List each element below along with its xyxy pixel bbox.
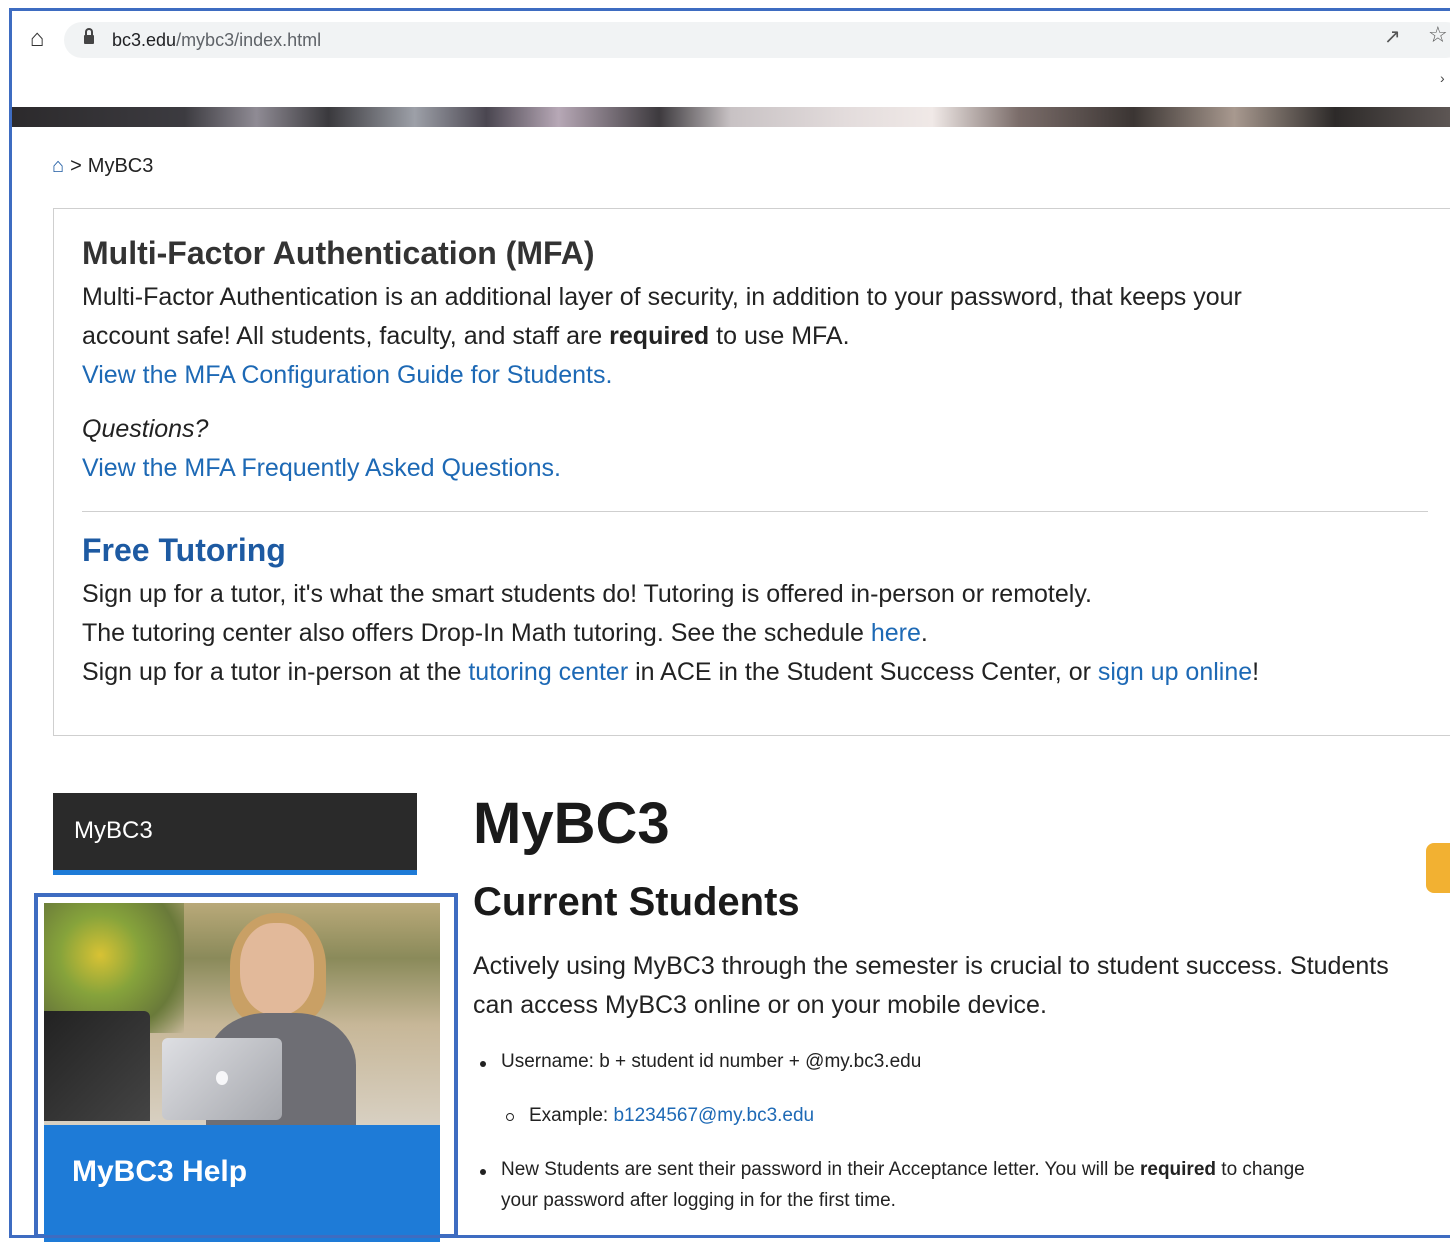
intro-paragraph: Actively using MyBC3 through the semeste… — [473, 952, 1389, 1019]
help-band[interactable]: MyBC3 Help — [44, 1125, 440, 1242]
breadcrumb-current: MyBC3 — [87, 155, 154, 177]
tutoring-center-link[interactable]: tutoring center — [468, 658, 628, 686]
mfa-faq-link[interactable]: View the MFA Frequently Asked Questions. — [82, 454, 561, 482]
example-bullet: Example: b1234567@my.bc3.edu — [529, 1105, 815, 1126]
mfa-text-line1: Multi-Factor Authentication is an additi… — [82, 283, 1242, 311]
chevron-right-icon[interactable]: › — [1440, 70, 1445, 86]
browser-toolbar: ⌂ bc3.edu/mybc3/index.html — [12, 11, 1450, 69]
lock-icon — [84, 28, 94, 46]
tutoring-line1: Sign up for a tutor, it's what the smart… — [82, 580, 1092, 608]
hero-image — [12, 107, 1450, 127]
questions-label: Questions? — [82, 415, 209, 443]
announcement-box: Multi-Factor Authentication (MFA) Multi-… — [53, 208, 1450, 736]
home-icon[interactable]: ⌂ — [22, 24, 52, 54]
sidebar-nav-label: MyBC3 — [74, 817, 153, 844]
tutoring-title[interactable]: Free Tutoring — [82, 532, 286, 569]
breadcrumb-separator: > — [70, 155, 82, 177]
star-icon[interactable]: ☆ — [1428, 22, 1448, 48]
tutoring-line3: Sign up for a tutor in-person at the tut… — [82, 658, 1260, 686]
required-emphasis: required — [1139, 1159, 1217, 1180]
feedback-tab[interactable] — [1426, 843, 1450, 893]
bullet-circle — [506, 1113, 514, 1121]
sidebar-nav-mybc3[interactable]: MyBC3 — [53, 793, 417, 875]
divider — [82, 511, 1428, 512]
password-bullet-line1: New Students are sent their password in … — [501, 1159, 1305, 1180]
mfa-text-line2: account safe! All students, faculty, and… — [82, 322, 850, 350]
student-photo — [44, 903, 440, 1125]
url-text[interactable]: bc3.edu/mybc3/index.html — [112, 30, 321, 51]
share-icon[interactable]: ↗ — [1384, 24, 1401, 49]
schedule-link[interactable]: here — [871, 619, 921, 647]
address-bar[interactable]: bc3.edu/mybc3/index.html — [64, 22, 1450, 58]
sign-up-online-link[interactable]: sign up online — [1098, 658, 1252, 686]
tutoring-line2: The tutoring center also offers Drop-In … — [82, 619, 928, 647]
url-path: /mybc3/index.html — [176, 30, 322, 50]
example-email-link[interactable]: b1234567@my.bc3.edu — [613, 1105, 814, 1126]
mybc3-help-card[interactable]: MyBC3 Help — [34, 893, 458, 1242]
required-emphasis: required — [609, 322, 710, 350]
url-domain: bc3.edu — [112, 30, 177, 50]
mfa-guide-link[interactable]: View the MFA Configuration Guide for Stu… — [82, 361, 612, 389]
page-title: MyBC3 — [473, 791, 670, 856]
mfa-title: Multi-Factor Authentication (MFA) — [82, 235, 595, 271]
username-bullet: Username: b + student id number + @my.bc… — [501, 1051, 922, 1072]
help-label: MyBC3 Help — [72, 1155, 248, 1188]
home-icon[interactable]: ⌂ — [52, 155, 64, 178]
bullet-dot — [480, 1169, 486, 1175]
breadcrumb: ⌂ > MyBC3 — [52, 155, 153, 178]
bullet-dot — [480, 1061, 486, 1067]
section-title: Current Students — [473, 880, 800, 924]
password-bullet-line2: your password after logging in for the f… — [501, 1190, 896, 1211]
